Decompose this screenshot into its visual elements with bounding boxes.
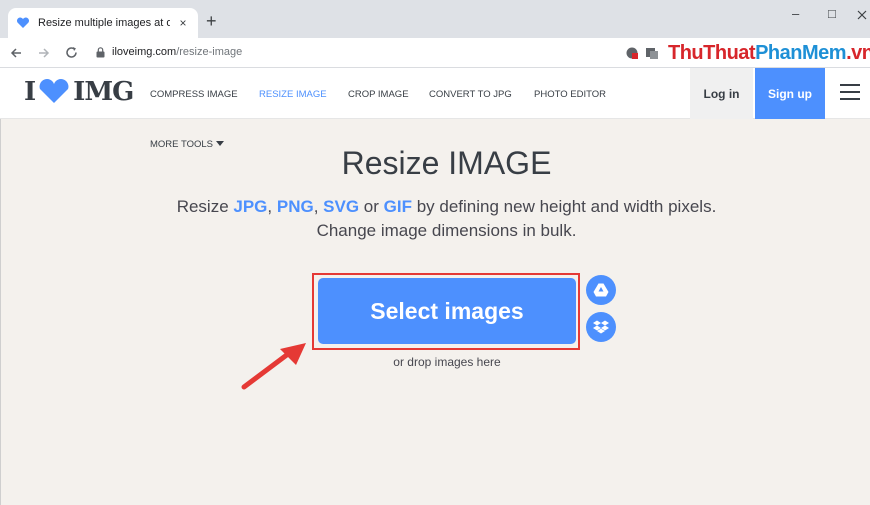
new-tab-button[interactable]: + bbox=[206, 12, 217, 30]
nav-compress-image[interactable]: COMPRESS IMAGE bbox=[150, 89, 238, 100]
subtitle-separator: or bbox=[359, 197, 384, 216]
translate-icon[interactable] bbox=[645, 46, 659, 60]
reload-icon[interactable] bbox=[65, 46, 78, 59]
close-window-icon[interactable] bbox=[857, 10, 867, 20]
subtitle-text-end: by defining new height and width pixels. bbox=[411, 197, 717, 216]
tab-close-icon[interactable]: × bbox=[176, 16, 190, 30]
url-text[interactable]: iloveimg.com/resize-image bbox=[112, 46, 242, 58]
signup-button[interactable]: Sign up bbox=[755, 68, 825, 119]
lock-icon[interactable] bbox=[96, 47, 105, 58]
nav-crop-image[interactable]: CROP IMAGE bbox=[348, 89, 409, 100]
page-subtitle: Resize JPG, PNG, SVG or GIF by defining … bbox=[0, 195, 870, 243]
red-arrow-annotation-icon bbox=[241, 343, 306, 390]
google-drive-icon bbox=[593, 283, 609, 297]
drop-images-hint: or drop images here bbox=[393, 355, 501, 369]
extension-icon[interactable] bbox=[625, 46, 639, 60]
minimize-icon[interactable]: – bbox=[792, 6, 799, 21]
format-svg: SVG bbox=[323, 197, 360, 216]
dropbox-button[interactable] bbox=[586, 312, 616, 342]
main-content: MORE TOOLS Resize IMAGE Resize JPG, PNG,… bbox=[0, 119, 870, 505]
format-gif: GIF bbox=[383, 197, 412, 216]
subtitle-text-start: Resize bbox=[176, 197, 234, 216]
subtitle-separator: , bbox=[313, 197, 324, 216]
login-button[interactable]: Log in bbox=[690, 68, 753, 119]
forward-arrow-icon[interactable] bbox=[38, 47, 50, 59]
address-bar-row: iloveimg.com/resize-image ThuThuatPhanMe… bbox=[0, 38, 870, 68]
subtitle-line-2: Change image dimensions in bulk. bbox=[316, 221, 577, 240]
heart-favicon-icon bbox=[16, 17, 30, 28]
select-images-button[interactable]: Select images bbox=[318, 278, 576, 344]
nav-convert-to-jpg[interactable]: CONVERT TO JPG bbox=[429, 89, 512, 100]
page-title: Resize IMAGE bbox=[341, 145, 552, 181]
subtitle-separator: , bbox=[267, 197, 277, 216]
hamburger-menu-icon[interactable] bbox=[840, 84, 860, 102]
dropbox-icon bbox=[593, 320, 609, 334]
google-drive-button[interactable] bbox=[586, 275, 616, 305]
watermark-part-3: .vn bbox=[846, 42, 870, 64]
heart-logo-icon bbox=[39, 79, 69, 103]
watermark-part-1: ThuThuat bbox=[668, 42, 756, 64]
nav-resize-image[interactable]: RESIZE IMAGE bbox=[259, 89, 327, 100]
logo-letters-img: IMG bbox=[73, 77, 134, 107]
back-arrow-icon[interactable] bbox=[10, 47, 22, 59]
format-jpg: JPG bbox=[233, 197, 268, 216]
browser-tab[interactable]: Resize multiple images at once! × bbox=[8, 8, 198, 38]
logo-letter-i: I bbox=[24, 77, 36, 107]
iloveimg-logo[interactable]: I IMG bbox=[24, 77, 134, 107]
maximize-icon[interactable]: □ bbox=[828, 6, 836, 21]
browser-tab-strip: Resize multiple images at once! × + – □ bbox=[0, 0, 870, 38]
format-png: PNG bbox=[276, 197, 314, 216]
watermark-logo: ThuThuatPhanMem.vn bbox=[668, 42, 870, 65]
nav-photo-editor[interactable]: PHOTO EDITOR bbox=[534, 89, 606, 100]
watermark-part-2: PhanMem bbox=[755, 42, 847, 64]
site-header: I IMG COMPRESS IMAGE RESIZE IMAGE CROP I… bbox=[0, 68, 870, 119]
tab-title: Resize multiple images at once! bbox=[38, 17, 170, 29]
url-path: /resize-image bbox=[176, 46, 243, 58]
url-domain: iloveimg.com bbox=[112, 46, 177, 58]
